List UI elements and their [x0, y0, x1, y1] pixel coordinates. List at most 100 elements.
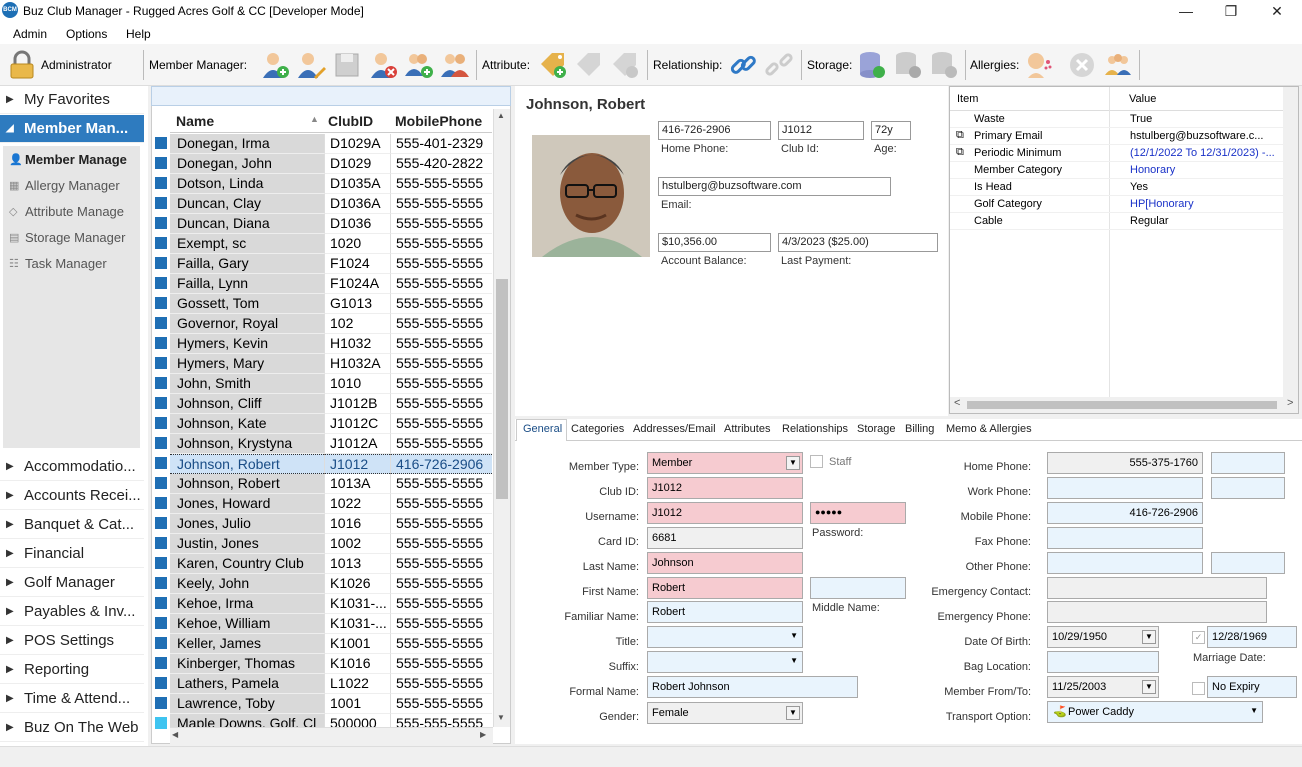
tab-storage[interactable]: Storage [857, 423, 896, 435]
table-row[interactable]: Keely, John K1026 555-555-5555 [152, 574, 492, 594]
table-row[interactable]: Exempt, sc 1020 555-555-5555 [152, 234, 492, 254]
familiar-name-input[interactable]: Robert [647, 601, 803, 623]
scroll-thumb[interactable] [496, 279, 508, 499]
nav-reporting[interactable]: ▶ Reporting [0, 656, 144, 684]
member-type-select[interactable]: Member ▼ [647, 452, 803, 474]
scroll-left-icon[interactable]: < [954, 397, 960, 409]
work-phone-ext-input[interactable] [1211, 477, 1285, 499]
table-row[interactable]: John, Smith 1010 555-555-5555 [152, 374, 492, 394]
nav-accommodation[interactable]: ▶ Accommodatio... [0, 453, 144, 481]
unlink-icon[interactable] [763, 50, 795, 80]
subnav-storage-manager[interactable]: ▤ Storage Manager [9, 225, 125, 251]
group-icon[interactable] [1102, 50, 1134, 80]
nav-member-manager[interactable]: ◢ Member Man... [0, 115, 144, 143]
chevron-down-icon[interactable]: ▼ [1142, 680, 1156, 694]
family-icon[interactable] [439, 50, 471, 80]
chevron-down-icon[interactable]: ▼ [786, 456, 800, 470]
grid-filter-bar[interactable] [151, 86, 511, 106]
fax-phone-input[interactable] [1047, 527, 1203, 549]
emergency-contact-input[interactable] [1047, 577, 1267, 599]
middle-name-input[interactable] [810, 577, 906, 599]
attribute-row[interactable]: ⧉ Periodic Minimum (12/1/2022 To 12/31/202… [950, 145, 1283, 162]
first-name-input[interactable]: Robert [647, 577, 803, 599]
scroll-thumb[interactable] [967, 401, 1277, 409]
scroll-right-icon[interactable]: ▶ [480, 730, 486, 739]
nav-banquet[interactable]: ▶ Banquet & Cat... [0, 511, 144, 539]
table-row[interactable]: Kehoe, Irma K1031-... 555-555-5555 [152, 594, 492, 614]
maximize-button[interactable]: ❐ [1208, 0, 1254, 22]
suffix-select[interactable]: ▼ [647, 651, 803, 673]
database-remove-icon[interactable] [928, 50, 960, 80]
marriage-date-checkbox[interactable]: ✓ [1192, 631, 1205, 644]
staff-checkbox[interactable] [810, 455, 823, 468]
subnav-task-manager[interactable]: ☷ Task Manager [9, 251, 107, 277]
chevron-down-icon[interactable]: ▼ [786, 706, 800, 720]
transport-select[interactable]: ⛳ Power Caddy ▼ [1047, 701, 1263, 723]
expand-icon[interactable]: ⧉ [956, 129, 964, 142]
member-to-checkbox[interactable] [1192, 682, 1205, 695]
allergy-icon[interactable] [1023, 50, 1055, 80]
table-row[interactable]: Johnson, Krystyna J1012A 555-555-5555 [152, 434, 492, 454]
delete-member-icon[interactable] [367, 50, 399, 80]
table-row[interactable]: Hymers, Mary H1032A 555-555-5555 [152, 354, 492, 374]
mobile-phone-input[interactable]: 416-726-2906 [1047, 502, 1203, 524]
nav-payables[interactable]: ▶ Payables & Inv... [0, 598, 144, 626]
title-select[interactable]: ▼ [647, 626, 803, 648]
tab-attributes[interactable]: Attributes [724, 423, 770, 435]
work-phone-input[interactable] [1047, 477, 1203, 499]
table-row[interactable]: Lathers, Pamela L1022 555-555-5555 [152, 674, 492, 694]
edit-member-icon[interactable] [295, 50, 327, 80]
username-input[interactable]: J1012 [647, 502, 803, 524]
save-icon[interactable] [331, 50, 363, 80]
table-row[interactable]: Keller, James K1001 555-555-5555 [152, 634, 492, 654]
nav-accounts-receivable[interactable]: ▶ Accounts Recei... [0, 482, 144, 510]
table-row[interactable]: Duncan, Diana D1036 555-555-5555 [152, 214, 492, 234]
nav-financial[interactable]: ▶ Financial [0, 540, 144, 568]
attribute-vertical-scrollbar[interactable] [1283, 87, 1298, 397]
table-row[interactable]: Kinberger, Thomas K1016 555-555-5555 [152, 654, 492, 674]
column-header-name[interactable]: Name [176, 113, 214, 129]
member-to-input[interactable]: No Expiry [1207, 676, 1297, 698]
scroll-up-icon[interactable]: ▲ [497, 111, 505, 120]
table-row[interactable]: Kehoe, William K1031-... 555-555-5555 [152, 614, 492, 634]
add-member-icon[interactable] [259, 50, 291, 80]
nav-buz-on-the-web[interactable]: ▶ Buz On The Web [0, 714, 144, 742]
nav-time-attendance[interactable]: ▶ Time & Attend... [0, 685, 144, 713]
menu-options[interactable]: Options [66, 27, 107, 41]
home-phone-ext-input[interactable] [1211, 452, 1285, 474]
grid-horizontal-scrollbar[interactable]: ◀ ▶ [170, 727, 493, 744]
home-phone-input[interactable]: 555-375-1760 [1047, 452, 1203, 474]
attribute-row[interactable]: Waste True [950, 111, 1283, 128]
scroll-down-icon[interactable]: ▼ [497, 713, 505, 722]
table-row[interactable]: Donegan, John D1029 555-420-2822 [152, 154, 492, 174]
table-row[interactable]: Hymers, Kevin H1032 555-555-5555 [152, 334, 492, 354]
attribute-row[interactable]: Is Head Yes [950, 179, 1283, 196]
attribute-row[interactable]: Cable Regular [950, 213, 1283, 230]
add-tag-icon[interactable] [537, 50, 569, 80]
attribute-row[interactable]: ⧉ Primary Email hstulberg@buzsoftware.c... [950, 128, 1283, 145]
table-row[interactable]: Gossett, Tom G1013 555-555-5555 [152, 294, 492, 314]
menu-admin[interactable]: Admin [13, 27, 47, 41]
nav-golf-manager[interactable]: ▶ Golf Manager [0, 569, 144, 597]
remove-tag-icon[interactable] [609, 50, 641, 80]
table-row[interactable]: Jones, Julio 1016 555-555-5555 [152, 514, 492, 534]
link-icon[interactable] [727, 50, 759, 80]
menu-help[interactable]: Help [126, 27, 151, 41]
tab-billing[interactable]: Billing [905, 423, 934, 435]
table-row[interactable]: Failla, Lynn F1024A 555-555-5555 [152, 274, 492, 294]
card-id-input[interactable]: 6681 [647, 527, 803, 549]
last-name-input[interactable]: Johnson [647, 552, 803, 574]
table-row[interactable]: Dotson, Linda D1035A 555-555-5555 [152, 174, 492, 194]
other-phone-input[interactable] [1047, 552, 1203, 574]
table-row[interactable]: Jones, Howard 1022 555-555-5555 [152, 494, 492, 514]
column-header-mobilephone[interactable]: MobilePhone [395, 113, 482, 129]
subnav-member-manager[interactable]: 👤 Member Manage [9, 147, 127, 173]
tab-memo-allergies[interactable]: Memo & Allergies [946, 423, 1032, 435]
table-row[interactable]: Lawrence, Toby 1001 555-555-5555 [152, 694, 492, 714]
close-button[interactable]: ✕ [1254, 0, 1300, 22]
table-row[interactable]: Duncan, Clay D1036A 555-555-5555 [152, 194, 492, 214]
database-check-icon[interactable] [856, 50, 888, 80]
attribute-row[interactable]: Member Category Honorary [950, 162, 1283, 179]
tab-addresses-email[interactable]: Addresses/Email [633, 423, 716, 435]
user-label[interactable]: Administrator [41, 58, 112, 72]
